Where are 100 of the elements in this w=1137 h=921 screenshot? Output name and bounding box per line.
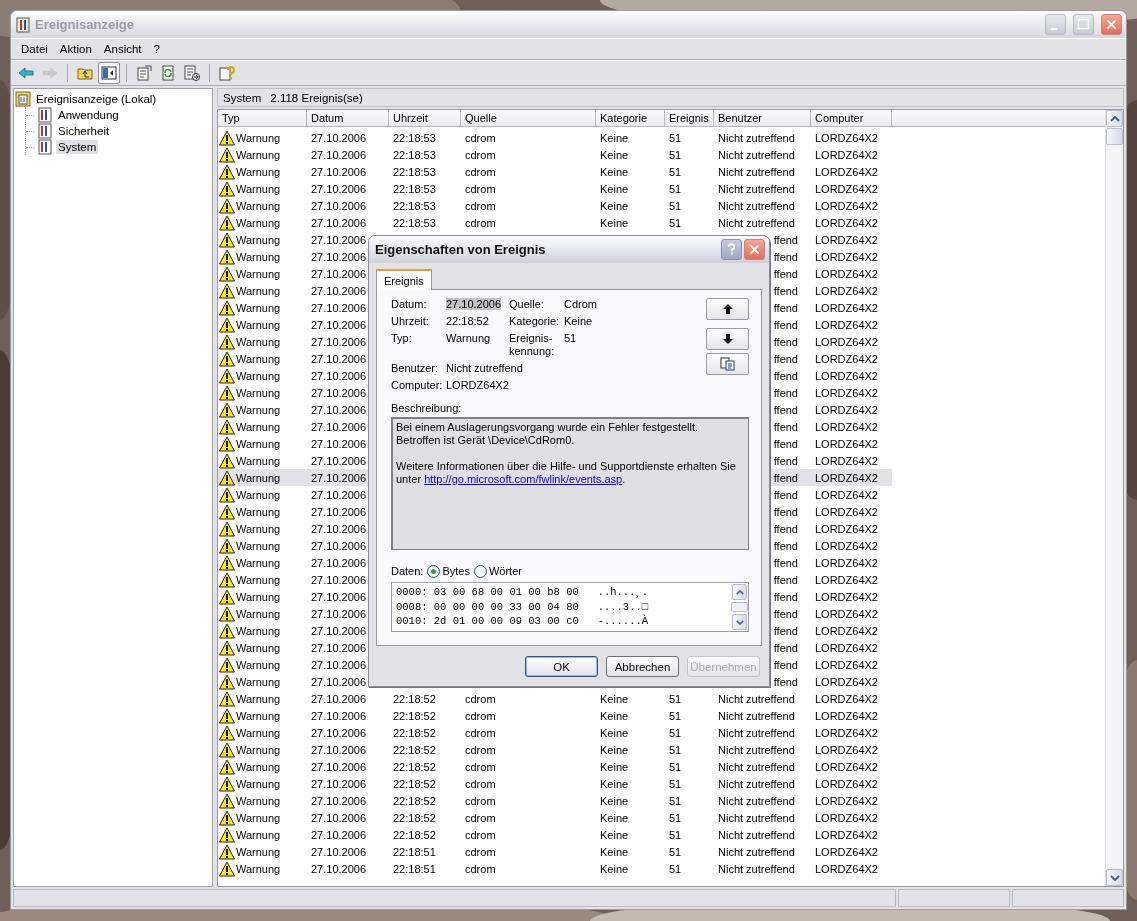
caret-down-icon xyxy=(1109,874,1120,881)
table-cell: Warnung xyxy=(236,131,281,144)
table-cell-text: Keine xyxy=(599,725,630,741)
field-value: 27.10.2006 xyxy=(446,298,502,310)
table-cell: Warnung xyxy=(236,607,281,620)
warning-icon xyxy=(219,758,235,775)
tree-toggle-button[interactable] xyxy=(98,62,120,84)
table-cell-text: LORDZ64X2 xyxy=(814,844,879,860)
table-cell-text: cdrom xyxy=(464,708,497,724)
warning-icon xyxy=(219,401,235,418)
table-cell-text: LORDZ64X2 xyxy=(814,742,879,758)
forward-arrow-icon xyxy=(42,65,58,81)
close-button[interactable] xyxy=(744,239,765,260)
table-cell-text: cdrom xyxy=(464,759,497,775)
table-cell-text: cdrom xyxy=(464,742,497,758)
table-cell: Warnung xyxy=(236,675,281,688)
table-cell-text: 27.10.2006 xyxy=(310,368,368,384)
help-button[interactable] xyxy=(721,239,742,260)
table-cell-text: 22:18:53 xyxy=(392,181,437,197)
radio-button[interactable]: Bytes xyxy=(427,564,470,578)
menu-item[interactable]: Aktion xyxy=(53,43,98,55)
scroll-up-button[interactable] xyxy=(1106,110,1123,127)
table-cell-text: 27.10.2006 xyxy=(310,453,368,469)
tab[interactable]: Ereignis xyxy=(376,269,432,290)
menu-item[interactable]: Ansicht xyxy=(97,43,148,55)
scrollbar-thumb[interactable] xyxy=(731,602,748,612)
scroll-down-button[interactable] xyxy=(1106,869,1123,886)
column-header[interactable]: Uhrzeit xyxy=(389,110,461,127)
column-header[interactable]: Typ xyxy=(218,110,307,127)
table-cell: ffend xyxy=(773,505,798,518)
table-cell-text: 27.10.2006 xyxy=(310,419,368,435)
column-header[interactable]: Ereignis xyxy=(665,110,714,127)
table-cell-text: 27.10.2006 xyxy=(310,538,368,554)
column-header[interactable]: Benutzer xyxy=(714,110,811,127)
column-header[interactable]: Computer xyxy=(811,110,892,127)
table-cell-text: LORDZ64X2 xyxy=(814,606,879,622)
table-cell-text: Nicht zutreffend xyxy=(717,844,796,860)
table-cell: ffend xyxy=(773,250,798,263)
column-header[interactable]: Datum xyxy=(307,110,389,127)
description-label: Beschreibung: xyxy=(391,402,463,414)
table-cell-text: LORDZ64X2 xyxy=(814,793,879,809)
properties-icon xyxy=(136,65,152,81)
tree-item[interactable]: Ereignisanzeige (Lokal) xyxy=(34,92,159,106)
close-button[interactable] xyxy=(1101,14,1122,35)
log-icon xyxy=(37,107,53,123)
field-label: Kategorie: xyxy=(509,315,561,328)
table-cell-text: Keine xyxy=(599,691,630,707)
table-cell-text: 22:18:53 xyxy=(392,164,437,180)
column-header[interactable]: Kategorie xyxy=(596,110,665,127)
warning-icon xyxy=(219,741,235,758)
table-cell: ffend xyxy=(773,284,798,297)
table-cell-text: LORDZ64X2 xyxy=(814,657,879,673)
table-cell-text: LORDZ64X2 xyxy=(814,147,879,163)
scrollbar[interactable] xyxy=(1105,110,1123,886)
table-cell: ffend xyxy=(773,590,798,603)
dialog-button[interactable]: Abbrechen xyxy=(606,656,679,677)
radio-button[interactable]: Wörter xyxy=(473,564,522,578)
warning-icon xyxy=(219,537,235,554)
scroll-up-button[interactable] xyxy=(732,584,747,600)
table-cell-text: 22:18:52 xyxy=(392,776,437,792)
table-cell: ffend xyxy=(773,318,798,331)
table-cell-text: cdrom xyxy=(464,130,497,146)
table-cell-text: LORDZ64X2 xyxy=(814,555,879,571)
warning-icon xyxy=(219,129,235,146)
table-cell-text: cdrom xyxy=(464,827,497,843)
field-value: Warnung xyxy=(446,332,491,344)
table-cell: Warnung xyxy=(236,522,281,535)
table-cell-text: 51 xyxy=(668,198,683,214)
warning-icon xyxy=(219,792,235,809)
column-header[interactable]: Quelle xyxy=(461,110,596,127)
tree-item[interactable]: Sicherheit xyxy=(56,124,112,138)
table-cell: ffend xyxy=(773,335,798,348)
table-cell-text: 27.10.2006 xyxy=(310,164,368,180)
scroll-down-button[interactable] xyxy=(732,614,747,630)
table-cell-text: 27.10.2006 xyxy=(310,215,368,231)
maximize-button[interactable] xyxy=(1073,14,1094,35)
minimize-button[interactable] xyxy=(1045,14,1066,35)
table-cell-text: LORDZ64X2 xyxy=(814,334,879,350)
table-cell-text: 51 xyxy=(668,147,683,163)
scrollbar-thumb[interactable] xyxy=(1106,128,1123,145)
tree-item[interactable]: Anwendung xyxy=(56,108,121,122)
warning-icon xyxy=(219,486,235,503)
export-list-button[interactable] xyxy=(181,62,203,84)
table-cell: Warnung xyxy=(236,573,281,586)
table-cell-text: LORDZ64X2 xyxy=(814,623,879,639)
table-cell: Warnung xyxy=(236,709,281,722)
previous-button[interactable] xyxy=(706,298,749,320)
table-cell-text: 51 xyxy=(668,776,683,792)
table-cell: ffend xyxy=(773,369,798,382)
menu-item[interactable]: Datei xyxy=(15,43,54,55)
table-cell-text: 27.10.2006 xyxy=(310,742,368,758)
menu-item[interactable]: ? xyxy=(147,43,166,55)
dialog-button[interactable]: OK xyxy=(525,656,598,677)
table-cell-text: 22:18:52 xyxy=(392,827,437,843)
field-value: LORDZ64X2 xyxy=(446,379,509,391)
warning-icon xyxy=(219,622,235,639)
next-button[interactable] xyxy=(706,328,749,350)
table-cell-text: Keine xyxy=(599,793,630,809)
table-cell: ffend xyxy=(773,624,798,637)
tree-item[interactable]: System xyxy=(56,140,99,154)
